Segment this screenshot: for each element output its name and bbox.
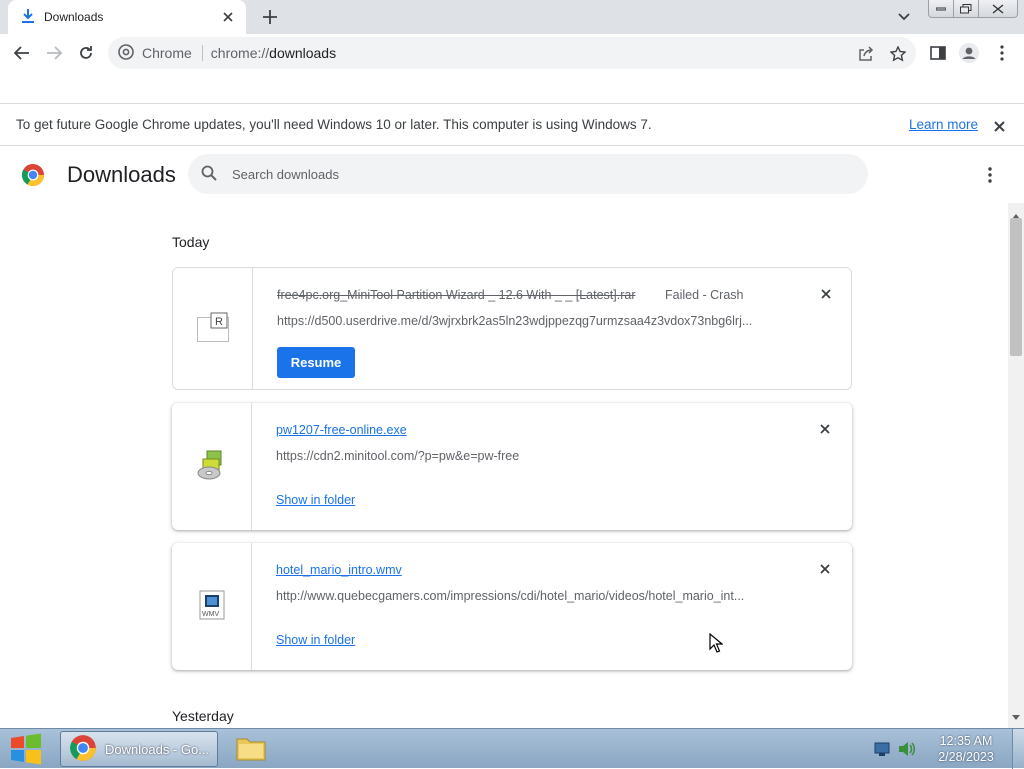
file-icon-column [172, 403, 252, 530]
address-divider [201, 45, 203, 61]
section-yesterday: Yesterday [172, 708, 234, 724]
window-minimize-button[interactable] [928, 0, 954, 18]
browser-toolbar: Chrome chrome:// downloads [0, 34, 1024, 72]
file-name-link[interactable]: hotel_mario_intro.wmv [276, 563, 402, 577]
chrome-icon [69, 734, 97, 765]
tab-strip: Downloads [0, 0, 1024, 34]
clock-time: 12:35 AM [939, 734, 993, 748]
site-chip-label: Chrome [142, 45, 192, 61]
installer-icon [197, 449, 227, 484]
taskbar-explorer-button[interactable] [232, 733, 270, 765]
folder-icon [236, 735, 266, 764]
remove-download-icon[interactable] [817, 421, 833, 437]
download-url[interactable]: https://cdn2.minitool.com/?p=pw&e=pw-fre… [276, 449, 519, 463]
file-icon-column: R [173, 268, 253, 389]
volume-icon[interactable] [898, 741, 916, 760]
page-scrollbar[interactable] [1008, 203, 1024, 728]
address-bar[interactable]: Chrome chrome:// downloads [108, 37, 916, 69]
scrollbar-thumb[interactable] [1010, 218, 1022, 356]
back-button[interactable] [10, 41, 34, 65]
rar-file-icon: R [196, 312, 229, 345]
downloads-list: Today R free4pc.org_MiniTool Partition W… [0, 203, 1008, 728]
tab-title: Downloads [44, 10, 104, 24]
wmv-file-icon: WMV [199, 590, 225, 623]
download-url[interactable]: https://d500.userdrive.me/d/3wjrxbrk2as5… [277, 314, 752, 328]
search-downloads-box[interactable] [188, 154, 868, 194]
svg-text:R: R [215, 316, 223, 328]
download-item: R free4pc.org_MiniTool Partition Wizard … [172, 267, 852, 390]
resume-button[interactable]: Resume [277, 347, 355, 378]
window-close-button[interactable] [978, 0, 1018, 18]
chrome-logo-icon [21, 163, 45, 187]
search-icon [201, 165, 217, 184]
learn-more-link[interactable]: Learn more [909, 117, 978, 132]
taskbar-clock[interactable]: 12:35 AM 2/28/2023 [926, 733, 1006, 765]
window-restore-button[interactable] [953, 0, 979, 18]
bookmark-star-icon[interactable] [889, 45, 907, 63]
url-host: downloads [269, 45, 337, 61]
update-infobar: To get future Google Chrome updates, you… [0, 103, 1024, 146]
share-icon[interactable] [857, 45, 875, 63]
downloads-header: Downloads [0, 147, 1024, 203]
remove-download-icon[interactable] [818, 286, 834, 302]
page-title: Downloads [67, 162, 176, 187]
chrome-icon [118, 43, 134, 63]
browser-menu-icon[interactable] [990, 41, 1014, 65]
taskbar-app-label: Downloads - Go... [105, 741, 210, 757]
show-desktop-button[interactable] [1012, 729, 1024, 769]
mouse-cursor-icon [709, 632, 724, 656]
downloads-menu-icon[interactable] [980, 164, 1000, 186]
tab-close-icon[interactable] [220, 9, 236, 25]
download-item: WMV hotel_mario_intro.wmv http://www.que… [172, 543, 852, 670]
system-tray [874, 741, 916, 760]
network-icon[interactable] [874, 741, 890, 760]
search-input[interactable] [232, 164, 832, 184]
remove-download-icon[interactable] [817, 561, 833, 577]
forward-button[interactable] [42, 41, 66, 65]
section-today: Today [172, 234, 210, 250]
show-in-folder-link[interactable]: Show in folder [276, 493, 355, 507]
new-tab-button[interactable] [258, 6, 282, 28]
reload-button[interactable] [74, 41, 98, 65]
download-item: pw1207-free-online.exe https://cdn2.mini… [172, 403, 852, 530]
infobar-close-icon[interactable] [990, 117, 1008, 135]
svg-text:WMV: WMV [202, 611, 219, 618]
show-in-folder-link[interactable]: Show in folder [276, 633, 355, 647]
url-scheme: chrome:// [210, 45, 270, 61]
infobar-message: To get future Google Chrome updates, you… [16, 117, 652, 132]
download-url[interactable]: http://www.quebecgamers.com/impressions/… [276, 589, 744, 603]
profile-avatar-icon[interactable] [957, 41, 981, 65]
download-status: Failed - Crash [665, 288, 744, 302]
windows-taskbar: Downloads - Go... 12:35 AM 2/28/2023 [0, 728, 1024, 769]
tab-downloads[interactable]: Downloads [8, 0, 246, 34]
start-button[interactable] [8, 733, 44, 765]
scroll-down-arrow-icon[interactable] [1012, 709, 1020, 724]
clock-date: 2/28/2023 [938, 750, 994, 764]
taskbar-chrome-button[interactable]: Downloads - Go... [60, 731, 218, 767]
file-icon-column: WMV [172, 543, 252, 670]
download-icon [22, 8, 34, 26]
file-name: free4pc.org_MiniTool Partition Wizard _ … [277, 288, 636, 302]
side-panel-icon[interactable] [926, 41, 950, 65]
tab-search-chevron-icon[interactable] [894, 8, 914, 26]
site-chip[interactable]: Chrome [118, 43, 192, 63]
file-name-link[interactable]: pw1207-free-online.exe [276, 423, 407, 437]
